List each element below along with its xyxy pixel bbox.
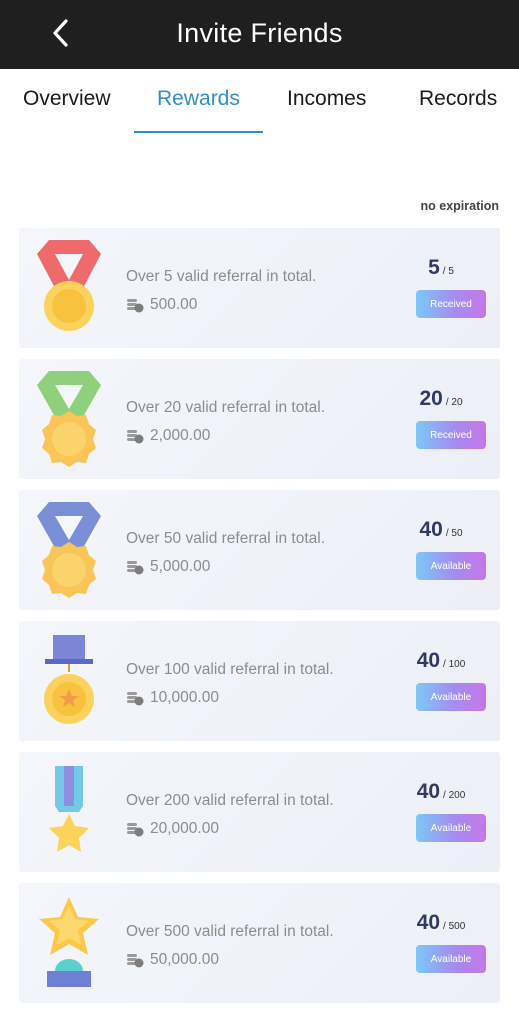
tab-rewards[interactable]: Rewards bbox=[157, 87, 240, 111]
tab-bar: Overview Rewards Incomes Records bbox=[0, 69, 519, 135]
progress-current: 40 bbox=[416, 911, 441, 934]
coins-icon bbox=[127, 692, 144, 706]
reward-description: Over 20 valid referral in total. bbox=[126, 399, 326, 416]
pin-medal-icon bbox=[44, 635, 94, 724]
available-button[interactable]: Available bbox=[416, 552, 486, 580]
reward-amount: 20,000.00 bbox=[126, 820, 219, 838]
tab-records[interactable]: Records bbox=[419, 87, 497, 111]
referral-progress: 40/ 500 bbox=[396, 911, 486, 935]
active-tab-indicator bbox=[134, 131, 263, 133]
top-bar: Invite Friends bbox=[0, 0, 519, 69]
tab-overview[interactable]: Overview bbox=[23, 87, 111, 111]
reward-card: Over 20 valid referral in total. 2,000.0… bbox=[19, 359, 500, 479]
received-button[interactable]: Received bbox=[416, 421, 486, 449]
progress-current: 5 bbox=[428, 256, 440, 279]
received-button[interactable]: Received bbox=[416, 290, 486, 318]
progress-current: 20 bbox=[419, 387, 443, 410]
reward-list: Over 5 valid referral in total. 500.00 5… bbox=[19, 228, 500, 1014]
coins-icon bbox=[127, 954, 144, 968]
amount-value: 5,000.00 bbox=[150, 558, 211, 575]
reward-amount: 2,000.00 bbox=[126, 427, 210, 445]
reward-amount: 5,000.00 bbox=[126, 558, 210, 576]
referral-progress: 40/ 50 bbox=[396, 518, 486, 542]
available-button[interactable]: Available bbox=[416, 814, 486, 842]
coins-icon bbox=[127, 823, 144, 837]
amount-value: 10,000.00 bbox=[150, 689, 219, 706]
progress-target: / 200 bbox=[443, 790, 466, 801]
reward-description: Over 5 valid referral in total. bbox=[126, 268, 317, 285]
amount-value: 20,000.00 bbox=[150, 820, 219, 837]
expiry-note: no expiration bbox=[420, 199, 499, 213]
amount-value: 2,000.00 bbox=[150, 427, 211, 444]
progress-current: 40 bbox=[416, 780, 441, 803]
progress-target: / 50 bbox=[445, 528, 463, 539]
blue-ribbon-medal-icon bbox=[37, 502, 101, 598]
progress-target: / 500 bbox=[443, 921, 466, 932]
amount-value: 50,000.00 bbox=[150, 951, 219, 968]
reward-description: Over 100 valid referral in total. bbox=[126, 661, 334, 678]
reward-card: Over 500 valid referral in total. 50,000… bbox=[19, 883, 500, 1003]
referral-progress: 20/ 20 bbox=[396, 387, 486, 411]
progress-current: 40 bbox=[419, 518, 443, 541]
reward-amount: 500.00 bbox=[126, 296, 197, 314]
page-title: Invite Friends bbox=[176, 18, 343, 48]
amount-value: 500.00 bbox=[150, 296, 198, 313]
referral-progress: 40/ 200 bbox=[396, 780, 486, 804]
progress-current: 40 bbox=[416, 649, 441, 672]
reward-amount: 50,000.00 bbox=[126, 951, 219, 969]
referral-progress: 40/ 100 bbox=[396, 649, 486, 673]
green-ribbon-medal-icon bbox=[37, 371, 101, 467]
star-ribbon-medal-icon bbox=[49, 766, 89, 852]
reward-card: Over 50 valid referral in total. 5,000.0… bbox=[19, 490, 500, 610]
coins-icon bbox=[127, 430, 144, 444]
reward-description: Over 50 valid referral in total. bbox=[126, 530, 326, 547]
reward-amount: 10,000.00 bbox=[126, 689, 219, 707]
coins-icon bbox=[127, 561, 144, 575]
progress-target: / 20 bbox=[445, 397, 463, 408]
star-trophy-icon bbox=[39, 897, 99, 987]
available-button[interactable]: Available bbox=[416, 683, 486, 711]
reward-card: Over 100 valid referral in total. 10,000… bbox=[19, 621, 500, 741]
reward-description: Over 200 valid referral in total. bbox=[126, 792, 334, 809]
available-button[interactable]: Available bbox=[416, 945, 486, 973]
referral-progress: 5/ 5 bbox=[396, 256, 486, 280]
reward-card: Over 200 valid referral in total. 20,000… bbox=[19, 752, 500, 872]
red-ribbon-medal-icon bbox=[37, 240, 101, 331]
reward-card: Over 5 valid referral in total. 500.00 5… bbox=[19, 228, 500, 348]
coins-icon bbox=[127, 299, 144, 313]
progress-target: / 5 bbox=[442, 266, 454, 277]
progress-target: / 100 bbox=[443, 659, 466, 670]
reward-description: Over 500 valid referral in total. bbox=[126, 923, 334, 940]
tab-incomes[interactable]: Incomes bbox=[287, 87, 366, 111]
